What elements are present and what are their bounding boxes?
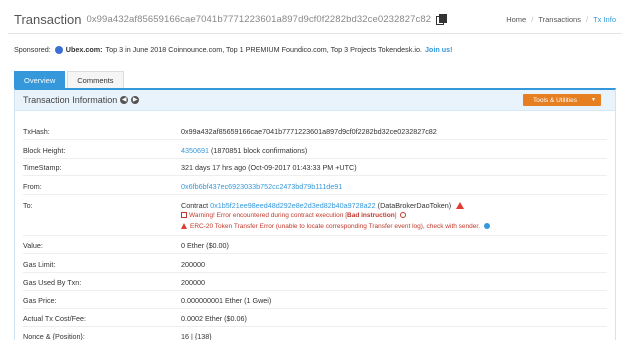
copy-icon[interactable] — [436, 14, 448, 25]
sponsor-prefix: Sponsored: — [14, 45, 51, 54]
next-tx-icon[interactable]: ▶ — [131, 96, 140, 104]
tab-overview[interactable]: Overview — [14, 71, 66, 88]
tab-comments[interactable]: Comments — [67, 71, 124, 88]
contract-address-link[interactable]: 0x1b5f21ee98eed48d292e8e2d3ed82b40a9728a… — [210, 201, 376, 210]
header-tx-hash: 0x99a432af85659166cae7041b7771223601a897… — [86, 13, 432, 25]
gas-price-label: Gas Price: — [23, 296, 57, 305]
page-header: Transaction 0x99a432af85659166cae7041b77… — [14, 8, 616, 30]
breadcrumb-separator: / — [585, 14, 589, 24]
ubex-logo-icon — [54, 45, 63, 54]
breadcrumb-separator: / — [531, 14, 534, 24]
gas-limit-label: Gas Limit: — [23, 260, 56, 269]
sponsor-text: Top 3 in June 2018 Coinnounce.com, Top 1… — [105, 45, 422, 54]
error-info-icon[interactable] — [400, 212, 407, 218]
row-divider — [23, 326, 607, 327]
block-confirmations: (1870851 block confirmations) — [210, 146, 308, 155]
row-divider — [23, 194, 607, 195]
tx-cost-label: Actual Tx Cost/Fee: — [23, 314, 86, 323]
caret-down-icon: ▼ — [591, 97, 596, 103]
join-us-link[interactable]: Join us! — [425, 45, 453, 54]
transaction-panel: Transaction Information ◀ ▶ Tools & Util… — [14, 88, 616, 340]
nonce-label: Nonce & {Position}: — [23, 332, 85, 340]
block-height-label: Block Height: — [23, 146, 66, 155]
gas-used-label: Gas Used By Txn: — [23, 278, 82, 287]
block-height-link[interactable]: 4350691 — [181, 146, 209, 155]
sponsor-brand[interactable]: Ubex.com: — [66, 45, 103, 54]
breadcrumb-home[interactable]: Home — [506, 15, 526, 24]
warning-icon — [456, 202, 465, 209]
erc20-error-text: ERC-20 Token Transfer Error (unable to l… — [181, 223, 490, 230]
row-divider — [23, 235, 607, 236]
tx-cost-value: 0.0002 Ether ($0.06) — [181, 314, 247, 323]
contract-prefix: Contract — [181, 201, 209, 210]
breadcrumb-transactions[interactable]: Transactions — [538, 15, 581, 24]
row-divider — [23, 253, 607, 254]
breadcrumb-current: Tx Info — [593, 14, 616, 24]
gas-limit-value: 200000 — [181, 260, 205, 269]
panel-title: Transaction Information — [23, 95, 118, 105]
gas-price-value: 0.000000001 Ether (1 Gwei) — [181, 296, 272, 305]
contract-name: (DataBrokerDaoToken) — [377, 201, 452, 210]
value-amount: 0 Ether ($0.00) — [181, 241, 229, 250]
value-label: Value: — [23, 241, 43, 250]
to-label: To: — [23, 201, 33, 210]
timestamp-label: TimeStamp: — [23, 163, 62, 172]
nonce-value: 16 | {138} — [181, 332, 212, 340]
bad-instruction-text: Bad instruction — [347, 212, 395, 219]
from-label: From: — [23, 182, 42, 191]
panel-header: Transaction Information ◀ ▶ Tools & Util… — [15, 90, 615, 111]
tools-utilities-button[interactable]: Tools & Utilities ▼ — [522, 94, 601, 106]
gas-used-value: 200000 — [181, 278, 205, 287]
row-divider — [23, 158, 607, 159]
previous-tx-icon[interactable]: ◀ — [120, 96, 129, 104]
sponsored-banner: Sponsored: Ubex.com: Top 3 in June 2018 … — [14, 45, 614, 54]
row-divider — [23, 308, 607, 309]
row-divider — [23, 175, 607, 176]
page-title: Transaction — [14, 11, 82, 27]
info-icon[interactable] — [483, 223, 490, 229]
row-divider — [23, 139, 607, 140]
breadcrumb: Home / Transactions / Tx Info — [506, 15, 616, 24]
from-address-link[interactable]: 0x6fb6bf437ec6923033b752cc2473bd79b111de… — [181, 182, 342, 191]
execution-error-text: Warning! Error encountered during contra… — [181, 212, 407, 219]
to-value: Contract 0x1b5f21ee98eed48d292e8e2d3ed82… — [181, 201, 465, 210]
row-divider — [23, 290, 607, 291]
txhash-label: TxHash: — [23, 127, 50, 136]
tools-utilities-label: Tools & Utilities — [532, 96, 578, 104]
tab-bar: Overview Comments — [14, 71, 126, 88]
block-height-value: 4350691 (1870851 block confirmations) — [181, 146, 307, 155]
txhash-value: 0x99a432af85659166cae7041b7771223601a897… — [181, 127, 437, 136]
error-marker-icon — [181, 212, 187, 218]
header-divider — [8, 33, 622, 34]
row-divider — [23, 272, 607, 273]
erc-warning-icon — [181, 223, 187, 229]
timestamp-value: 321 days 17 hrs ago (Oct-09-2017 01:43:3… — [181, 163, 357, 172]
